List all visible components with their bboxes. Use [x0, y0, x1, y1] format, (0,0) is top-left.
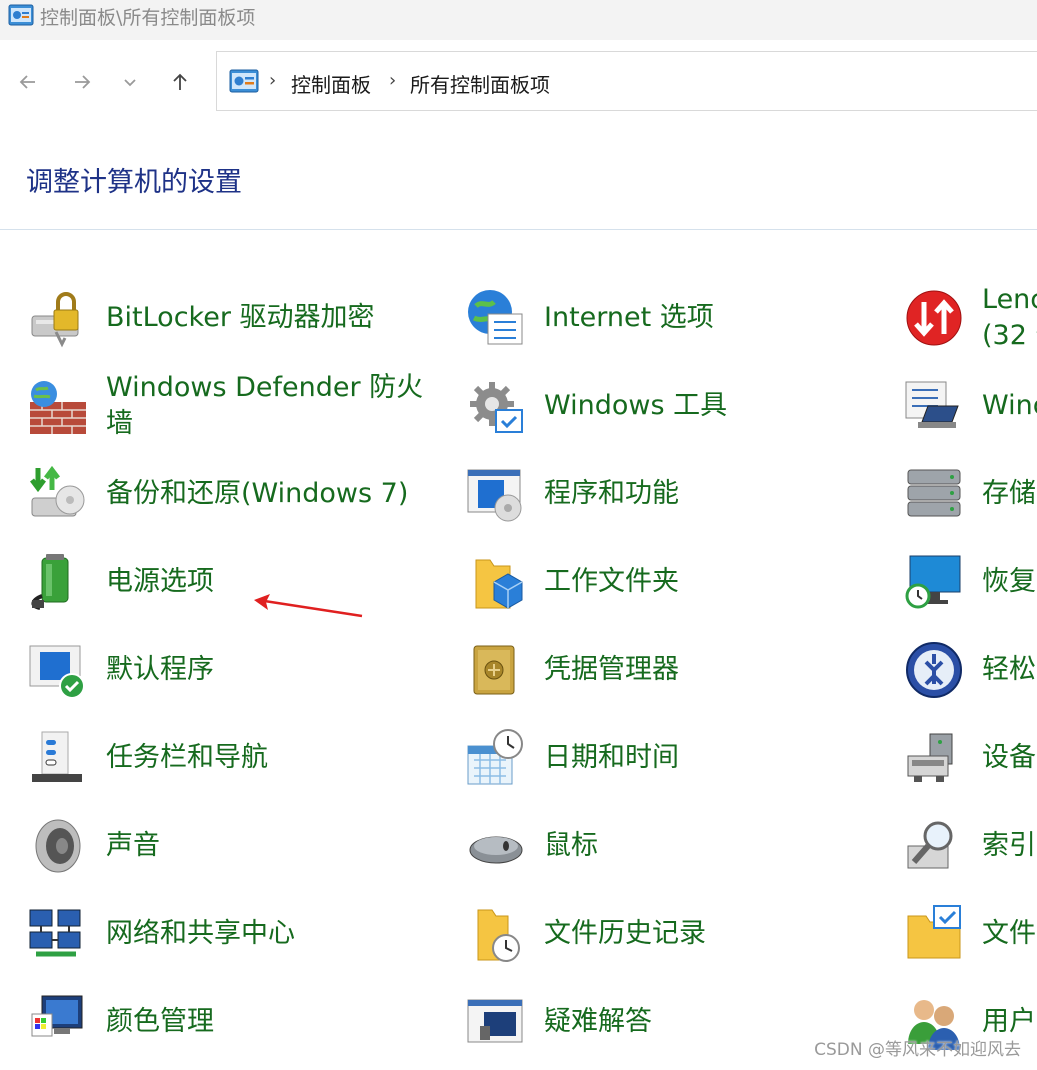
- backup-icon: [30, 465, 85, 517]
- item-label: BitLocker 驱动器加密: [106, 302, 375, 333]
- breadcrumb-separator: ›: [389, 70, 397, 91]
- item-label: Winc: [982, 390, 1037, 421]
- item-label: 网络和共享中心: [106, 918, 295, 949]
- firewall-icon: [30, 381, 86, 434]
- color-management-icon: [31, 995, 83, 1037]
- taskbar-icon: [32, 731, 82, 782]
- item-label: 备份和还原(Windows 7): [106, 478, 409, 509]
- troubleshooting-icon: [467, 999, 523, 1043]
- item-devices[interactable]: 设备: [904, 718, 1037, 798]
- storage-icon: [907, 469, 961, 517]
- item-label: 轻松: [982, 654, 1036, 685]
- item-label: Lenc (32 位: [982, 284, 1037, 351]
- item-label: 默认程序: [106, 654, 214, 685]
- item-color-management[interactable]: 颜色管理: [28, 982, 438, 1062]
- item-label: Internet 选项: [544, 302, 714, 333]
- bitlocker-icon: [31, 292, 79, 348]
- navigation-bar: › 控制面板 › 所有控制面板项: [0, 40, 1037, 122]
- item-label: 文件历史记录: [544, 918, 706, 949]
- item-file-explorer-options[interactable]: 文件: [904, 894, 1037, 974]
- item-label: 程序和功能: [544, 478, 679, 509]
- file-history-icon: [477, 909, 520, 962]
- chevron-down-icon: [124, 79, 136, 87]
- ease-of-access-icon: [906, 642, 962, 698]
- arrow-left-icon: [19, 75, 35, 89]
- item-mouse[interactable]: 鼠标: [466, 806, 886, 886]
- item-label: 任务栏和导航: [106, 742, 268, 773]
- item-ease-of-access[interactable]: 轻松: [904, 630, 1037, 710]
- item-sound[interactable]: 声音: [28, 806, 438, 886]
- item-label: 文件: [982, 918, 1036, 949]
- item-label: Windows 工具: [544, 390, 728, 421]
- item-label: 索引: [982, 830, 1036, 861]
- item-label: 颜色管理: [106, 1006, 214, 1037]
- divider: [0, 229, 1037, 230]
- item-backup-restore[interactable]: 备份和还原(Windows 7): [28, 454, 438, 534]
- credential-manager-icon: [473, 645, 515, 695]
- item-storage[interactable]: 存储: [904, 454, 1037, 534]
- item-default-programs[interactable]: 默认程序: [28, 630, 438, 710]
- windows-mobility-icon: [905, 381, 959, 428]
- watermark: CSDN @等风来不如迎风去: [814, 1040, 1021, 1060]
- window-title: 控制面板\所有控制面板项: [40, 7, 256, 29]
- item-windows-tools[interactable]: Windows 工具: [466, 366, 886, 446]
- programs-features-icon: [467, 469, 522, 522]
- item-lenovo-update[interactable]: Lenc (32 位: [904, 278, 1037, 358]
- item-indexing[interactable]: 索引: [904, 806, 1037, 886]
- work-folders-icon: [475, 559, 523, 609]
- network-icon: [29, 909, 81, 957]
- item-work-folders[interactable]: 工作文件夹: [466, 542, 886, 622]
- windows-tools-icon: [470, 382, 523, 433]
- date-time-icon: [467, 729, 523, 785]
- item-label: 电源选项: [106, 566, 214, 597]
- forward-button[interactable]: [68, 68, 96, 96]
- item-recovery[interactable]: 恢复: [904, 542, 1037, 622]
- item-network-sharing[interactable]: 网络和共享中心: [28, 894, 438, 974]
- item-label: Windows Defender 防火墙: [106, 372, 424, 439]
- breadcrumb-control-panel[interactable]: 控制面板: [291, 69, 371, 98]
- back-button[interactable]: [14, 68, 42, 96]
- mouse-icon: [469, 836, 523, 864]
- lenovo-update-icon: [906, 290, 962, 346]
- recovery-icon: [905, 555, 961, 609]
- item-label: 设备: [982, 742, 1036, 773]
- item-credential-manager[interactable]: 凭据管理器: [466, 630, 886, 710]
- title-bar: 控制面板\所有控制面板项: [0, 0, 1037, 40]
- power-options-icon: [31, 554, 69, 610]
- address-bar[interactable]: › 控制面板 › 所有控制面板项: [216, 51, 1037, 111]
- item-label: 凭据管理器: [544, 654, 679, 685]
- item-label: 日期和时间: [544, 742, 679, 773]
- item-label: 鼠标: [544, 830, 598, 861]
- item-power-options[interactable]: 电源选项: [28, 542, 438, 622]
- arrow-right-icon: [75, 75, 91, 89]
- arrow-up-icon: [173, 73, 187, 90]
- item-taskbar-navigation[interactable]: 任务栏和导航: [28, 718, 438, 798]
- recent-locations-button[interactable]: [116, 68, 144, 96]
- item-internet-options[interactable]: Internet 选项: [466, 278, 886, 358]
- item-label: 疑难解答: [544, 1006, 652, 1037]
- file-explorer-options-icon: [907, 905, 961, 959]
- item-label: 工作文件夹: [544, 566, 679, 597]
- item-label: 声音: [106, 830, 160, 861]
- indexing-icon: [907, 821, 953, 869]
- item-windows-mobility[interactable]: Winc: [904, 366, 1037, 446]
- default-programs-icon: [29, 645, 85, 699]
- item-label: 存储: [982, 478, 1036, 509]
- item-bitlocker[interactable]: BitLocker 驱动器加密: [28, 278, 438, 358]
- page-title: 调整计算机的设置: [26, 167, 242, 198]
- devices-icon: [907, 733, 953, 782]
- sound-icon: [35, 819, 81, 873]
- control-panel-icon: [8, 4, 34, 26]
- up-button[interactable]: [166, 68, 194, 96]
- annotation-arrow: [254, 594, 363, 618]
- control-panel-icon: [229, 69, 259, 93]
- item-programs-features[interactable]: 程序和功能: [466, 454, 886, 534]
- item-firewall[interactable]: Windows Defender 防火墙: [28, 366, 438, 446]
- item-label: 恢复: [982, 566, 1036, 597]
- breadcrumb-all-items[interactable]: 所有控制面板项: [410, 69, 550, 98]
- item-date-time[interactable]: 日期和时间: [466, 718, 886, 798]
- breadcrumb-separator: ›: [269, 70, 277, 91]
- item-file-history[interactable]: 文件历史记录: [466, 894, 886, 974]
- internet-options-icon: [468, 290, 523, 345]
